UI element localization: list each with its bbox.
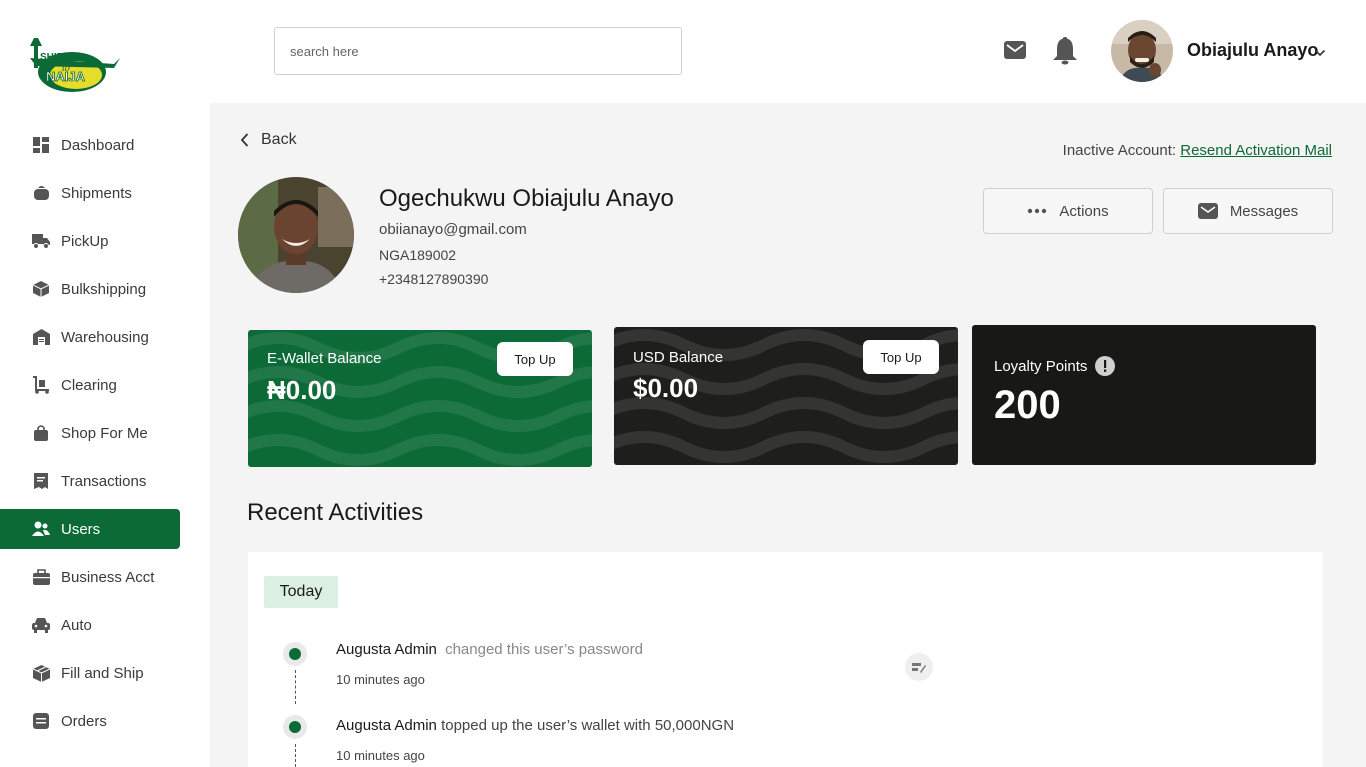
- profile-photo: [238, 177, 354, 293]
- sidebar-item-label: Dashboard: [61, 136, 135, 154]
- ewallet-label: E-Wallet Balance: [267, 350, 382, 367]
- sidebar-item-label: Fill and Ship: [61, 664, 144, 682]
- orders-icon: [32, 712, 50, 730]
- timeline-dot: [283, 642, 307, 666]
- box-icon: [32, 280, 50, 298]
- pickup-truck-icon: [32, 232, 50, 250]
- sidebar-item-label: Shop For Me: [61, 424, 148, 442]
- boxes-icon: [32, 664, 50, 682]
- sidebar-item-bulkshipping[interactable]: Bulkshipping: [0, 269, 180, 309]
- dashboard-icon: [32, 136, 50, 154]
- sidebar-item-dashboard[interactable]: Dashboard: [0, 125, 180, 165]
- activity-time: 10 minutes ago: [336, 672, 425, 687]
- briefcase-icon: [32, 568, 50, 586]
- sidebar-item-label: Clearing: [61, 376, 117, 394]
- actions-button[interactable]: Actions: [983, 188, 1153, 234]
- sidebar-item-orders[interactable]: Orders: [0, 701, 180, 741]
- messages-label: Messages: [1229, 202, 1299, 220]
- search-input[interactable]: [274, 27, 682, 75]
- ewallet-amount: ₦0.00: [267, 375, 337, 405]
- back-label: Back: [261, 131, 297, 148]
- sidebar-item-auto[interactable]: Auto: [0, 605, 180, 645]
- info-icon[interactable]: [1095, 356, 1116, 376]
- timeline-line: [295, 670, 296, 704]
- today-badge: Today: [264, 576, 338, 608]
- users-icon: [32, 520, 50, 538]
- inactive-account-notice: Inactive Account: Resend Activation Mail: [1063, 142, 1332, 159]
- activity-actor: Augusta Admin: [336, 641, 437, 658]
- profile-customer-id: NGA189002: [379, 247, 457, 263]
- recent-activities-title: Recent Activities: [247, 499, 424, 526]
- svg-text:NAIJA: NAIJA: [46, 69, 86, 84]
- receipt-icon: [32, 472, 50, 490]
- mail-icon[interactable]: [1004, 41, 1026, 64]
- messages-button[interactable]: Messages: [1163, 188, 1333, 234]
- timeline-line: [295, 744, 296, 767]
- car-icon: [32, 616, 50, 634]
- usd-balance-card: USD Balance $0.00 Top Up: [614, 327, 958, 465]
- sidebar-item-label: Shipments: [61, 184, 132, 202]
- profile-name: Ogechukwu Obiajulu Anayo: [379, 185, 674, 212]
- shipments-icon: [32, 184, 50, 202]
- sidebar-item-label: Users: [61, 520, 101, 538]
- chevron-left-icon: [241, 133, 249, 147]
- usd-amount: $0.00: [633, 373, 699, 403]
- resend-activation-link[interactable]: Resend Activation Mail: [1180, 142, 1332, 159]
- edit-icon[interactable]: [905, 653, 933, 681]
- sidebar-item-users[interactable]: Users: [0, 509, 180, 549]
- ewallet-topup-button[interactable]: Top Up: [497, 342, 573, 376]
- back-button[interactable]: Back: [241, 131, 297, 149]
- trolley-icon: [32, 376, 50, 394]
- activity-item: Augusta Admin topped up the user’s walle…: [336, 717, 734, 734]
- usd-topup-button[interactable]: Top Up: [863, 340, 939, 374]
- chevron-down-icon[interactable]: [1314, 44, 1326, 62]
- activity-action: topped up the user’s wallet with 50,000N…: [441, 717, 735, 734]
- inactive-label: Inactive Account:: [1062, 142, 1177, 159]
- sidebar: SHIP to NAIJA Dashboard Shipments PickUp: [0, 0, 210, 767]
- sidebar-item-pickup[interactable]: PickUp: [0, 221, 180, 261]
- mail-icon: [1197, 203, 1218, 219]
- ewallet-balance-card: E-Wallet Balance ₦0.00 Top Up: [248, 330, 592, 467]
- activity-time: 10 minutes ago: [336, 748, 425, 763]
- warehouse-icon: [32, 328, 50, 346]
- profile-phone: +2348127890390: [379, 271, 489, 287]
- usd-label: USD Balance: [633, 349, 724, 366]
- loyalty-points-card: Loyalty Points 200: [972, 325, 1316, 465]
- sidebar-item-transactions[interactable]: Transactions: [0, 461, 180, 501]
- sidebar-nav: Dashboard Shipments PickUp Bulkshipping …: [0, 125, 180, 749]
- sidebar-item-label: Business Acct: [61, 568, 155, 586]
- sidebar-item-warehousing[interactable]: Warehousing: [0, 317, 180, 357]
- bell-icon[interactable]: [1052, 37, 1078, 70]
- activity-actor: Augusta Admin: [336, 717, 437, 734]
- actions-label: Actions: [1059, 202, 1109, 220]
- sidebar-item-shipments[interactable]: Shipments: [0, 173, 180, 213]
- main-content: Back Inactive Account: Resend Activation…: [210, 103, 1366, 767]
- loyalty-label-row: Loyalty Points: [994, 356, 1116, 376]
- profile-email: obiianayo@gmail.com: [379, 221, 527, 238]
- sidebar-item-label: Auto: [61, 616, 92, 634]
- more-dots-icon: [1027, 208, 1047, 214]
- loyalty-label: Loyalty Points: [994, 357, 1088, 375]
- top-header: Obiajulu Anayo: [210, 0, 1366, 103]
- sidebar-item-label: Bulkshipping: [61, 280, 147, 298]
- sidebar-item-label: PickUp: [61, 232, 109, 250]
- sidebar-item-clearing[interactable]: Clearing: [0, 365, 180, 405]
- timeline-dot: [283, 715, 307, 739]
- sidebar-item-business-acct[interactable]: Business Acct: [0, 557, 180, 597]
- sidebar-item-label: Warehousing: [61, 328, 149, 346]
- shopping-bag-icon: [32, 424, 50, 442]
- loyalty-amount: 200: [994, 383, 1061, 427]
- sidebar-item-label: Transactions: [61, 472, 147, 490]
- activities-panel: Today Augusta Admin changed this user’s …: [248, 552, 1323, 767]
- sidebar-item-label: Orders: [61, 712, 107, 730]
- sidebar-item-shop-for-me[interactable]: Shop For Me: [0, 413, 180, 453]
- svg-text:SHIP: SHIP: [40, 52, 64, 63]
- avatar[interactable]: [1111, 20, 1173, 82]
- sidebar-item-fill-and-ship[interactable]: Fill and Ship: [0, 653, 180, 693]
- activity-action: changed this user’s password: [445, 641, 643, 658]
- user-name[interactable]: Obiajulu Anayo: [1187, 40, 1318, 61]
- activity-item: Augusta Admin changed this user’s passwo…: [336, 641, 643, 658]
- ship-to-naija-logo[interactable]: SHIP to NAIJA: [26, 28, 122, 94]
